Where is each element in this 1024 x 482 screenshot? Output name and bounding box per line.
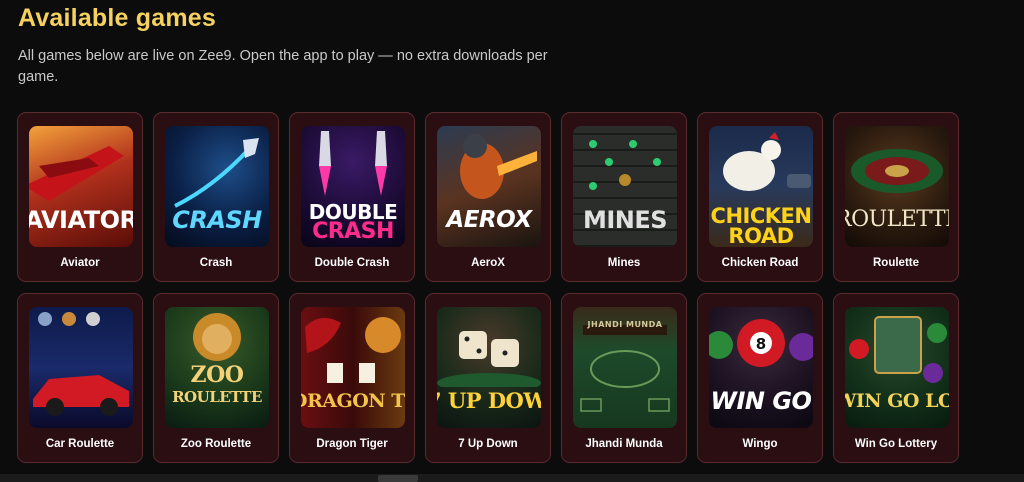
roulette-logo: ROULETTE: [172, 388, 262, 406]
svg-text:8: 8: [756, 335, 766, 353]
crash-logo: CRASH: [312, 219, 394, 244]
road-logo: ROAD: [728, 224, 794, 247]
game-name: Wingo: [742, 438, 778, 450]
jetpack-icon: [460, 134, 537, 199]
game-card-zoo-roulette[interactable]: ZOO ROULETTE Zoo Roulette: [153, 293, 279, 463]
game-name: Zoo Roulette: [180, 438, 252, 450]
crash-logo: CRASH: [172, 206, 262, 234]
game-card-win-go-lottery[interactable]: WIN GO LOTTERY Win Go Lottery: [833, 293, 959, 463]
jhandi-munda-thumbnail: JHANDI MUNDA: [573, 307, 677, 428]
game-card-double-crash[interactable]: DOUBLE CRASH Double Crash: [289, 112, 415, 282]
wingo-logo: WIN GO: [710, 387, 812, 415]
scrollbar-thumb[interactable]: [378, 475, 418, 482]
lottery-balls-icon: 8: [709, 319, 813, 367]
roulette-thumbnail: ROULETTE: [845, 126, 949, 247]
7-up-down-logo: 7 UP DOWN: [437, 388, 541, 413]
games-page: Available games All games below are live…: [0, 0, 1024, 482]
chicken-icon: [723, 132, 811, 191]
game-card-car-roulette[interactable]: Car Roulette: [17, 293, 143, 463]
game-name: Mines: [607, 257, 641, 269]
lottery-ticket-icon: [849, 316, 947, 383]
wingo-thumbnail: 8 WIN GO: [709, 307, 813, 428]
aviator-logo: AVIATOR: [29, 206, 133, 234]
game-name: AeroX: [471, 257, 505, 269]
game-name: Car Roulette: [45, 438, 115, 450]
game-card-roulette[interactable]: ROULETTE Roulette: [833, 112, 959, 282]
game-name: 7 Up Down: [458, 438, 518, 450]
game-card-crash[interactable]: CRASH Crash: [153, 112, 279, 282]
game-card-wingo[interactable]: 8 WIN GO Wingo: [697, 293, 823, 463]
aerox-logo: AEROX: [446, 207, 532, 233]
dice-icon: [437, 331, 541, 387]
section-title: Available games: [18, 4, 217, 32]
game-name: Chicken Road: [721, 257, 799, 269]
mines-thumbnail: MINES: [573, 126, 677, 247]
game-name: Dragon Tiger: [316, 438, 388, 450]
game-card-chicken-road[interactable]: CHICKEN ROAD Chicken Road: [697, 112, 823, 282]
dragon-tiger-icon: [305, 317, 401, 383]
7-up-down-thumbnail: 7 UP DOWN: [437, 307, 541, 428]
zoo-logo: ZOO: [190, 362, 244, 388]
aviator-thumbnail: AVIATOR: [29, 126, 133, 247]
chicken-road-thumbnail: CHICKEN ROAD: [709, 126, 813, 247]
car-icon: [33, 312, 129, 416]
horizontal-scrollbar[interactable]: [0, 474, 1024, 482]
game-card-aerox[interactable]: AEROX AeroX: [425, 112, 551, 282]
games-grid: AVIATOR Aviator CRASH Crash DOUBLE CRASH…: [17, 112, 959, 463]
win-go-lottery-logo: WIN GO LOTTERY: [845, 390, 949, 412]
game-card-dragon-tiger[interactable]: DRAGON TIGER Dragon Tiger: [289, 293, 415, 463]
car-roulette-thumbnail: [29, 307, 133, 428]
game-name: Crash: [199, 257, 233, 269]
win-go-lottery-thumbnail: WIN GO LOTTERY: [845, 307, 949, 428]
rocket-icon: [174, 138, 259, 208]
game-name: Double Crash: [314, 257, 390, 269]
gem-grid-icon: [589, 140, 661, 190]
game-name: Win Go Lottery: [854, 438, 938, 450]
plane-icon: [29, 146, 124, 201]
game-card-jhandi-munda[interactable]: JHANDI MUNDA Jhandi Munda: [561, 293, 687, 463]
game-card-aviator[interactable]: AVIATOR Aviator: [17, 112, 143, 282]
game-name: Aviator: [60, 257, 100, 269]
jhandi-munda-logo: JHANDI MUNDA: [587, 320, 663, 329]
dragon-tiger-thumbnail: DRAGON TIGER: [301, 307, 405, 428]
crash-thumbnail: CRASH: [165, 126, 269, 247]
dragon-tiger-logo: DRAGON TIGER: [301, 390, 405, 412]
zoo-roulette-thumbnail: ZOO ROULETTE: [165, 307, 269, 428]
rockets-icon: [319, 131, 387, 196]
roulette-logo: ROULETTE: [845, 207, 949, 232]
double-crash-thumbnail: DOUBLE CRASH: [301, 126, 405, 247]
game-card-7-up-down[interactable]: 7 UP DOWN 7 Up Down: [425, 293, 551, 463]
game-name: Roulette: [873, 257, 919, 269]
section-subtitle: All games below are live on Zee9. Open t…: [18, 48, 548, 85]
aerox-thumbnail: AEROX: [437, 126, 541, 247]
roulette-wheel-icon: [851, 149, 943, 193]
game-name: Jhandi Munda: [585, 438, 663, 450]
mines-logo: MINES: [582, 206, 668, 234]
game-card-mines[interactable]: MINES Mines: [561, 112, 687, 282]
